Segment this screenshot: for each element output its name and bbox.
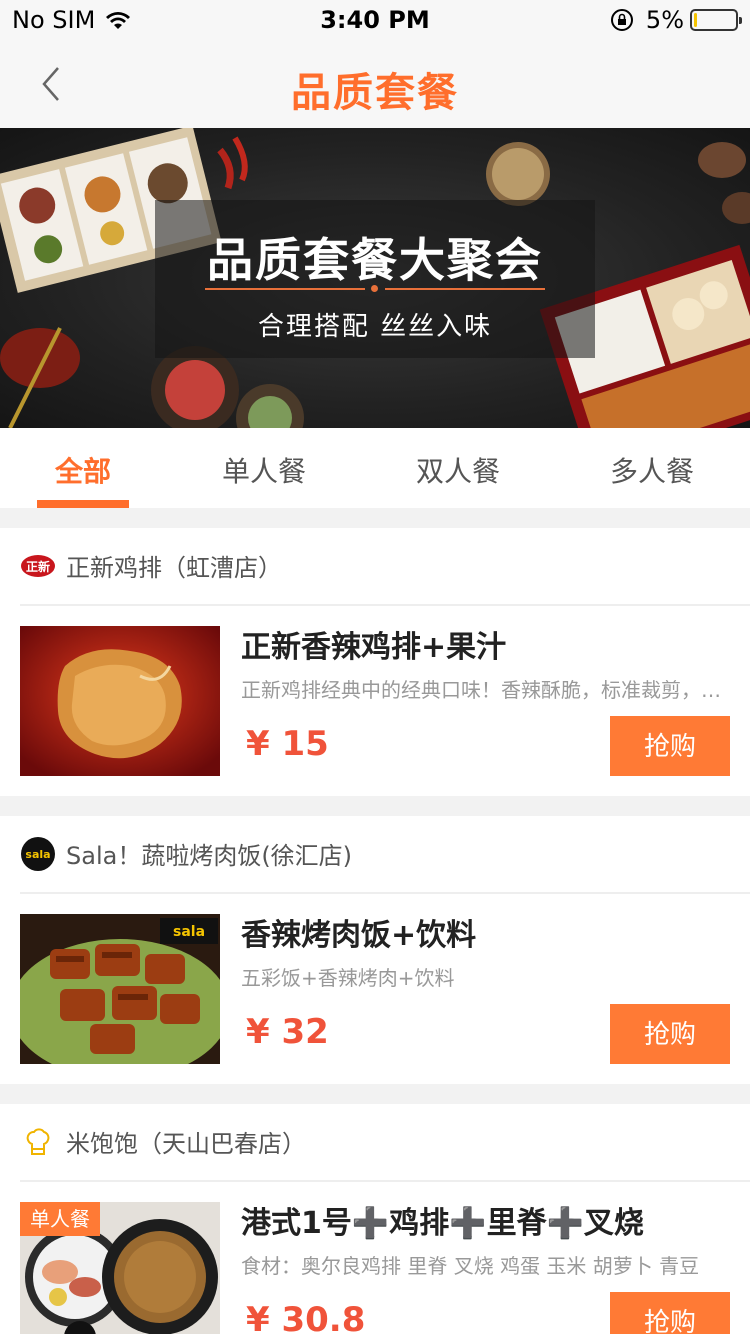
- sala-logo-icon: sala: [21, 837, 55, 871]
- svg-text:sala: sala: [25, 848, 50, 861]
- svg-text:正新: 正新: [26, 559, 50, 574]
- tab-group[interactable]: 多人餐: [554, 428, 750, 508]
- deal-card[interactable]: 正新 正新鸡排（虹漕店） 正新香辣鸡排+果汁 正新鸡排经典中的经典口味！香辣酥脆…: [0, 528, 750, 796]
- banner-text-box: 品质套餐大聚会 合理搭配 丝丝入味: [155, 200, 595, 358]
- banner-divider-left: [205, 288, 365, 290]
- tab-single[interactable]: 单人餐: [166, 428, 362, 508]
- deal-title: 港式1号➕鸡排➕里脊➕叉烧: [241, 1206, 644, 1241]
- divider: [20, 604, 750, 606]
- tab-double[interactable]: 双人餐: [362, 428, 554, 508]
- divider: [20, 892, 750, 894]
- deal-title: 香辣烤肉饭+饮料: [241, 918, 477, 953]
- deal-price: ¥ 15: [246, 724, 329, 764]
- banner-divider-right: [385, 288, 545, 290]
- buy-button[interactable]: 抢购: [610, 1004, 730, 1064]
- promo-banner[interactable]: 品质套餐大聚会 合理搭配 丝丝入味: [0, 128, 750, 428]
- battery-icon: [690, 9, 742, 31]
- status-bar: No SIM 3:40 PM 5%: [0, 0, 750, 42]
- store-row[interactable]: sala Sala！蔬啦烤肉饭(徐汇店): [0, 816, 750, 892]
- svg-text:sala: sala: [173, 924, 205, 940]
- deal-price: ¥ 30.8: [246, 1300, 366, 1334]
- active-tab-indicator: [37, 500, 129, 508]
- deal-title: 正新香辣鸡排+果汁: [241, 630, 507, 665]
- divider: [20, 1180, 750, 1182]
- deal-description: 食材：奥尔良鸡排 里脊 叉烧 鸡蛋 玉米 胡萝卜 青豆: [241, 1254, 700, 1278]
- meal-type-badge: 单人餐: [20, 1202, 100, 1236]
- battery-percent: 5%: [645, 6, 684, 34]
- food-image[interactable]: [20, 626, 220, 776]
- deal-card[interactable]: sala Sala！蔬啦烤肉饭(徐汇店) sala 香辣烤肉饭+饮料 五彩饭+香…: [0, 816, 750, 1084]
- battery-fill: [694, 13, 697, 27]
- deal-description: 五彩饭+香辣烤肉+饮料: [241, 966, 455, 990]
- banner-subtitle: 合理搭配 丝丝入味: [257, 312, 493, 342]
- food-image[interactable]: sala: [20, 914, 220, 1064]
- store-row[interactable]: 米饱饱（天山巴春店）: [0, 1104, 750, 1180]
- banner-divider-dot: [371, 285, 378, 292]
- rotation-lock-icon: [610, 9, 633, 31]
- buy-button[interactable]: 抢购: [610, 1292, 730, 1334]
- banner-title: 品质套餐大聚会: [207, 233, 543, 287]
- zhengxin-logo-icon: 正新: [21, 555, 55, 577]
- tab-all[interactable]: 全部: [0, 428, 166, 508]
- deal-description: 正新鸡排经典中的经典口味！香辣酥脆，标准裁剪，超大鸡排: [241, 678, 731, 702]
- chef-hat-icon: [26, 1128, 50, 1155]
- nav-bar: 品质套餐: [0, 42, 750, 128]
- store-row[interactable]: 正新 正新鸡排（虹漕店）: [0, 528, 750, 604]
- store-name: 正新鸡排（虹漕店）: [66, 554, 282, 582]
- store-name: 米饱饱（天山巴春店）: [66, 1130, 306, 1158]
- category-tabs: 全部 单人餐 双人餐 多人餐: [0, 428, 750, 508]
- buy-button[interactable]: 抢购: [610, 716, 730, 776]
- deal-card[interactable]: 米饱饱（天山巴春店） 港式1号➕鸡排➕里脊➕叉烧 食材：奥尔良鸡排 里脊 叉烧 …: [0, 1104, 750, 1334]
- deal-price: ¥ 32: [246, 1012, 329, 1052]
- page-title: 品质套餐: [291, 70, 459, 116]
- store-name: Sala！蔬啦烤肉饭(徐汇店): [66, 842, 353, 870]
- status-right: 5%: [610, 6, 742, 34]
